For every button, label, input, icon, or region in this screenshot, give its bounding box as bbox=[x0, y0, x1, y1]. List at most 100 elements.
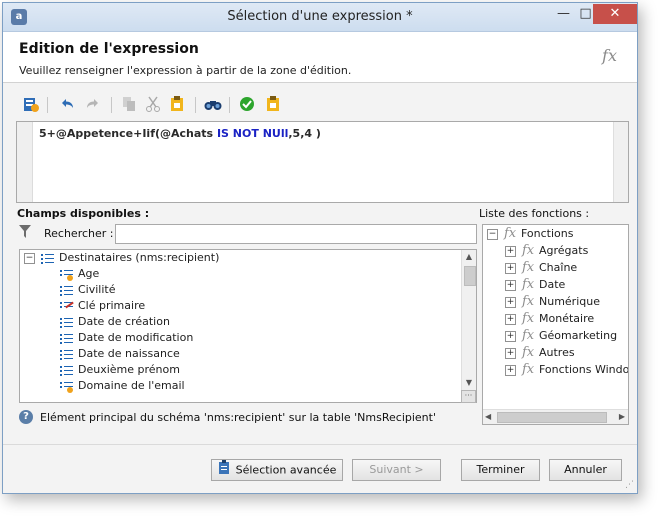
functions-label: Liste des fonctions : bbox=[479, 207, 590, 220]
tree-item[interactable]: Clé primaire bbox=[60, 298, 145, 314]
function-category-label: Monétaire bbox=[539, 312, 595, 325]
function-category[interactable]: + fx Fonctions Windo bbox=[505, 362, 629, 378]
tree-item[interactable]: Deuxième prénom bbox=[60, 362, 180, 378]
tree-item-label: Deuxième prénom bbox=[78, 363, 180, 376]
fx-icon: fx bbox=[504, 226, 517, 241]
redo-icon[interactable] bbox=[83, 95, 103, 115]
check-syntax-icon[interactable] bbox=[237, 95, 257, 115]
tree-item-label: Domaine de l'email bbox=[78, 379, 185, 392]
tree-item[interactable]: Date de création bbox=[60, 314, 170, 330]
scroll-right-icon[interactable]: ▶ bbox=[619, 410, 625, 424]
function-category-label: Date bbox=[539, 278, 566, 291]
expand-icon[interactable]: + bbox=[505, 330, 516, 342]
expression-part: ,5,4 ) bbox=[288, 127, 321, 140]
field-icon bbox=[60, 284, 74, 296]
advanced-selection-label: Sélection avancée bbox=[235, 463, 337, 477]
collapse-icon[interactable]: − bbox=[487, 228, 498, 240]
find-binoculars-icon[interactable] bbox=[203, 95, 223, 115]
fx-icon: fx bbox=[522, 345, 535, 360]
scroll-thumb[interactable] bbox=[497, 412, 607, 423]
functions-hscrollbar[interactable]: ◀ ▶ bbox=[483, 409, 628, 424]
toolbar-separator bbox=[111, 97, 112, 113]
tree-item[interactable]: Date de modification bbox=[60, 330, 193, 346]
header-subtitle: Veuillez renseigner l'expression à parti… bbox=[19, 64, 352, 77]
functions-root[interactable]: − fx Fonctions bbox=[487, 226, 574, 242]
fields-label: Champs disponibles : bbox=[17, 207, 150, 220]
tree-item[interactable]: Age bbox=[60, 266, 99, 282]
schema-icon bbox=[41, 252, 55, 264]
fx-icon: fx bbox=[602, 46, 617, 65]
tree-item[interactable]: Civilité bbox=[60, 282, 116, 298]
close-button[interactable]: ✕ bbox=[593, 4, 637, 24]
scroll-thumb[interactable] bbox=[464, 266, 476, 286]
expand-icon[interactable]: + bbox=[505, 279, 516, 291]
clipboard-icon[interactable] bbox=[263, 95, 283, 115]
computed-field-icon bbox=[60, 380, 74, 393]
clipboard-icon bbox=[218, 460, 230, 481]
tree-item-label: Date de création bbox=[78, 315, 170, 328]
functions-tree[interactable]: − fx Fonctions + fx Agrégats + fx Chaîne + fx Da… bbox=[482, 224, 629, 425]
resize-grip-icon[interactable]: ⋰ bbox=[625, 480, 634, 490]
field-icon bbox=[60, 364, 74, 376]
cancel-button[interactable]: Annuler bbox=[549, 459, 622, 481]
more-options-button[interactable]: ··· bbox=[461, 390, 476, 403]
collapse-icon[interactable]: − bbox=[24, 252, 35, 264]
help-icon: ? bbox=[19, 410, 33, 424]
function-category[interactable]: + fx Date bbox=[505, 277, 565, 293]
expand-icon[interactable]: + bbox=[505, 313, 516, 325]
undo-icon[interactable] bbox=[57, 95, 77, 115]
function-category[interactable]: + fx Chaîne bbox=[505, 260, 577, 276]
computed-field-icon bbox=[60, 268, 74, 281]
new-expression-icon[interactable] bbox=[21, 95, 41, 115]
editor-gutter bbox=[17, 122, 33, 202]
function-category-label: Numérique bbox=[539, 295, 600, 308]
advanced-selection-button[interactable]: Sélection avancée bbox=[211, 459, 343, 481]
fx-icon: fx bbox=[522, 294, 535, 309]
search-input[interactable] bbox=[115, 224, 477, 244]
editor-scrollbar[interactable] bbox=[613, 122, 628, 202]
scroll-left-icon[interactable]: ◀ bbox=[485, 410, 491, 424]
editor-toolbar bbox=[15, 91, 627, 119]
function-category-label: Chaîne bbox=[539, 261, 578, 274]
field-icon bbox=[60, 348, 74, 360]
title-bar[interactable]: a Sélection d'une expression * — □ ✕ bbox=[3, 3, 637, 32]
fx-icon: fx bbox=[522, 328, 535, 343]
next-button[interactable]: Suivant > bbox=[352, 459, 441, 481]
tree-root[interactable]: − Destinataires (nms:recipient) bbox=[24, 250, 219, 266]
tree-item-label: Date de modification bbox=[78, 331, 194, 344]
fields-tree[interactable]: − Destinataires (nms:recipient) Age Civil… bbox=[19, 249, 477, 403]
tree-item[interactable]: Date de naissance bbox=[60, 346, 180, 362]
scroll-up-icon[interactable]: ▲ bbox=[462, 250, 476, 264]
toolbar-separator bbox=[195, 97, 196, 113]
expression-part: 5+@Appetence+Iif(@Achats bbox=[39, 127, 217, 140]
window-title: Sélection d'une expression * bbox=[227, 9, 413, 24]
expand-icon[interactable]: + bbox=[505, 262, 516, 274]
scroll-down-icon[interactable]: ▼ bbox=[462, 376, 476, 390]
copy-icon[interactable] bbox=[119, 95, 139, 115]
header-title: Edition de l'expression bbox=[19, 41, 199, 57]
fx-icon: fx bbox=[522, 311, 535, 326]
function-category[interactable]: + fx Agrégats bbox=[505, 243, 588, 259]
expand-icon[interactable]: + bbox=[505, 245, 516, 257]
cut-icon[interactable] bbox=[143, 95, 163, 115]
toolbar-separator bbox=[229, 97, 230, 113]
function-category-label: Géomarketing bbox=[539, 329, 618, 342]
expand-icon[interactable]: + bbox=[505, 296, 516, 308]
expression-text[interactable]: 5+@Appetence+Iif(@Achats IS NOT NUll,5,4… bbox=[39, 127, 321, 140]
paste-icon[interactable] bbox=[167, 95, 187, 115]
expand-icon[interactable]: + bbox=[505, 364, 516, 376]
tree-item-label: Age bbox=[78, 267, 100, 280]
fields-scrollbar[interactable]: ▲ ▼ bbox=[461, 250, 476, 402]
expression-editor[interactable]: 5+@Appetence+Iif(@Achats IS NOT NUll,5,4… bbox=[16, 121, 629, 203]
finish-button[interactable]: Terminer bbox=[461, 459, 540, 481]
function-category[interactable]: + fx Monétaire bbox=[505, 311, 594, 327]
tree-item[interactable]: Domaine de l'email bbox=[60, 378, 185, 394]
expand-icon[interactable]: + bbox=[505, 347, 516, 359]
primary-key-icon bbox=[60, 300, 74, 312]
function-category[interactable]: + fx Numérique bbox=[505, 294, 600, 310]
function-category[interactable]: + fx Géomarketing bbox=[505, 328, 617, 344]
function-category-label: Fonctions Windo bbox=[539, 363, 629, 376]
filter-icon bbox=[19, 224, 33, 240]
function-category[interactable]: + fx Autres bbox=[505, 345, 575, 361]
functions-root-label: Fonctions bbox=[521, 227, 574, 240]
